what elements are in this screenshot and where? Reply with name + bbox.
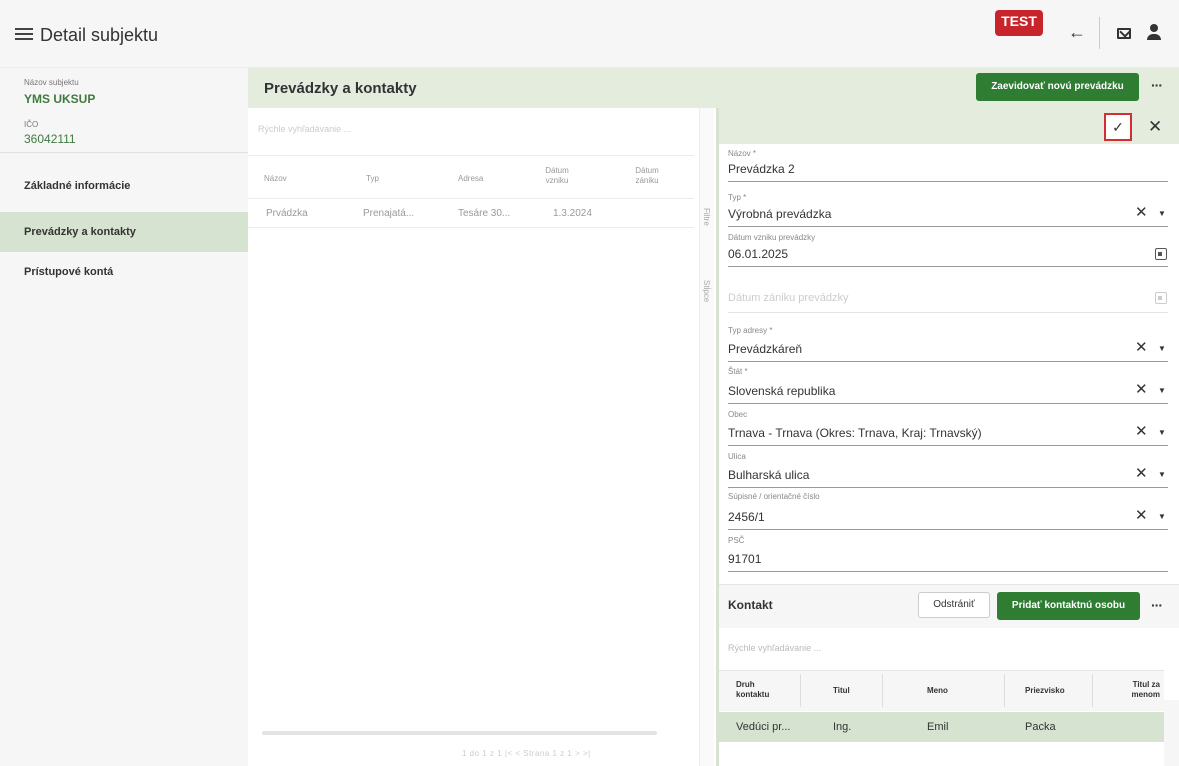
field-label-datum-vzniku: Dátum vzniku prevádzky — [728, 233, 816, 242]
mail-icon[interactable] — [1117, 28, 1131, 39]
dropdown-caret-icon[interactable]: ▼ — [1158, 512, 1166, 521]
dropdown-caret-icon[interactable]: ▼ — [1158, 428, 1166, 437]
dropdown-caret-icon[interactable]: ▼ — [1158, 386, 1166, 395]
field-obec[interactable]: Trnava - Trnava (Okres: Trnava, Kraj: Tr… — [728, 426, 982, 440]
contact-table-scrollbar[interactable] — [1164, 700, 1179, 766]
table-row[interactable]: Prvádzka Prenajatá... Tesáre 30... 1.3.2… — [248, 200, 694, 228]
field-label-ulica: Ulica — [728, 452, 746, 461]
field-underline — [728, 312, 1168, 313]
sidebar-divider — [0, 152, 248, 153]
pagination[interactable]: 1 do 1 z 1 |< < Strana 1 z 1 > >| — [462, 749, 591, 758]
subject-name-label: Názov subjektu — [24, 78, 79, 87]
cell-typ: Prenajatá... — [363, 208, 415, 219]
cell-meno: Emil — [927, 721, 949, 733]
sidebar-item-zakladne-informacie[interactable]: Základné informácie — [0, 166, 248, 206]
column-header-meno[interactable]: Meno — [927, 686, 948, 696]
clear-icon[interactable]: ✕ — [1135, 506, 1148, 524]
field-underline — [728, 445, 1168, 446]
columns-tab[interactable]: Stĺpce — [702, 280, 711, 302]
field-underline — [728, 226, 1168, 227]
user-icon[interactable] — [1146, 24, 1162, 42]
clear-icon[interactable]: ✕ — [1135, 422, 1148, 440]
field-underline — [728, 181, 1168, 182]
subject-name-value: YMS UKSUP — [24, 92, 96, 106]
column-header-adresa[interactable]: Adresa — [458, 174, 483, 184]
contact-more-options-icon[interactable]: ··· — [1151, 597, 1163, 613]
field-stat[interactable]: Slovenská republika — [728, 384, 835, 398]
contact-search-input[interactable]: Rýchle vyhľadávanie ... — [728, 643, 821, 653]
field-underline — [728, 266, 1168, 267]
field-label-psc: PSČ — [728, 536, 745, 545]
column-header-druh-kontaktu[interactable]: Druh kontaktu — [736, 680, 780, 700]
back-arrow-icon[interactable]: ← — [1068, 22, 1086, 43]
column-divider — [1004, 674, 1005, 707]
list-search-input[interactable]: Rýchle vyhľadávanie ... — [258, 124, 351, 134]
column-header-titul[interactable]: Titul — [833, 686, 850, 696]
ico-label: IČO — [24, 120, 39, 129]
column-header-datum-zaniku[interactable]: Dátum zániku — [630, 166, 664, 186]
section-title: Prevádzky a kontakty — [264, 80, 417, 97]
field-supisne-cislo[interactable]: 2456/1 — [728, 510, 765, 524]
hamburger-menu-icon[interactable] — [14, 24, 34, 44]
column-header-datum-vzniku[interactable]: Dátum vzniku — [540, 166, 574, 186]
dropdown-caret-icon[interactable]: ▼ — [1158, 344, 1166, 353]
column-divider — [1092, 674, 1093, 707]
dropdown-caret-icon[interactable]: ▼ — [1158, 470, 1166, 479]
field-label-typ: Typ * — [728, 193, 747, 202]
close-icon[interactable]: ✕ — [1148, 117, 1162, 137]
cell-nazov: Prvádzka — [266, 208, 308, 219]
column-header-typ[interactable]: Typ — [366, 174, 379, 184]
sidebar-item-pristupove-konta[interactable]: Prístupové kontá — [0, 252, 248, 292]
cell-druh-kontaktu: Vedúci pr... — [736, 721, 791, 733]
ico-value: 36042111 — [24, 132, 76, 146]
contact-section-title: Kontakt — [728, 598, 773, 612]
field-label-nazov: Názov * — [728, 149, 757, 158]
clear-icon[interactable]: ✕ — [1135, 338, 1148, 356]
field-underline — [728, 571, 1168, 572]
cell-priezvisko: Packa — [1025, 721, 1056, 733]
field-label-stat: Štát * — [728, 367, 748, 376]
horizontal-scrollbar[interactable] — [262, 731, 657, 735]
sidebar-item-prevadzky-a-kontakty[interactable]: Prevádzky a kontakty — [0, 212, 248, 252]
column-divider — [882, 674, 883, 707]
cell-titul: Ing. — [833, 721, 852, 733]
column-header-priezvisko[interactable]: Priezvisko — [1025, 686, 1065, 696]
field-datum-zaniku[interactable]: Dátum zániku prevádzky — [728, 292, 848, 304]
test-environment-badge: TEST — [995, 10, 1043, 36]
more-options-icon[interactable]: ··· — [1151, 77, 1163, 93]
field-underline — [728, 529, 1168, 530]
list-table-header: Názov Typ Adresa Dátum vzniku Dátum záni… — [248, 155, 694, 199]
field-underline — [728, 487, 1168, 488]
field-nazov[interactable]: Prevádzka 2 — [728, 162, 795, 176]
field-underline — [728, 403, 1168, 404]
calendar-icon[interactable] — [1155, 248, 1167, 260]
side-tabs-strip — [699, 108, 714, 766]
calendar-icon[interactable] — [1155, 292, 1167, 304]
field-label-typ-adresy: Typ adresy * — [728, 326, 773, 335]
field-underline — [728, 361, 1168, 362]
clear-icon[interactable]: ✕ — [1135, 203, 1148, 221]
field-typ-adresy[interactable]: Prevádzkáreň — [728, 342, 802, 356]
clear-icon[interactable]: ✕ — [1135, 464, 1148, 482]
cell-datum-vzniku: 1.3.2024 — [553, 208, 592, 219]
column-divider — [800, 674, 801, 707]
field-psc[interactable]: 91701 — [728, 552, 761, 566]
filters-tab[interactable]: Filtre — [702, 208, 711, 226]
field-label-supisne-cislo: Súpisné / orientačné číslo — [728, 492, 820, 501]
column-header-titul-za-menom[interactable]: Titul za menom — [1124, 680, 1160, 700]
field-label-obec: Obec — [728, 410, 748, 419]
field-ulica[interactable]: Bulharská ulica — [728, 468, 809, 482]
confirm-check-icon[interactable]: ✓ — [1104, 113, 1132, 141]
dropdown-caret-icon[interactable]: ▼ — [1158, 209, 1166, 218]
add-contact-person-button[interactable]: Pridať kontaktnú osobu — [997, 592, 1140, 620]
new-operation-button[interactable]: Zaevidovať novú prevádzku — [976, 73, 1139, 101]
topbar-divider — [1099, 17, 1100, 49]
column-header-nazov[interactable]: Názov — [264, 174, 287, 184]
clear-icon[interactable]: ✕ — [1135, 380, 1148, 398]
app-title: Detail subjektu — [40, 25, 159, 45]
field-datum-vzniku[interactable]: 06.01.2025 — [728, 247, 788, 261]
remove-button[interactable]: Odstrániť — [918, 592, 990, 618]
field-typ[interactable]: Výrobná prevádzka — [728, 207, 831, 221]
cell-adresa: Tesáre 30... — [458, 208, 511, 219]
